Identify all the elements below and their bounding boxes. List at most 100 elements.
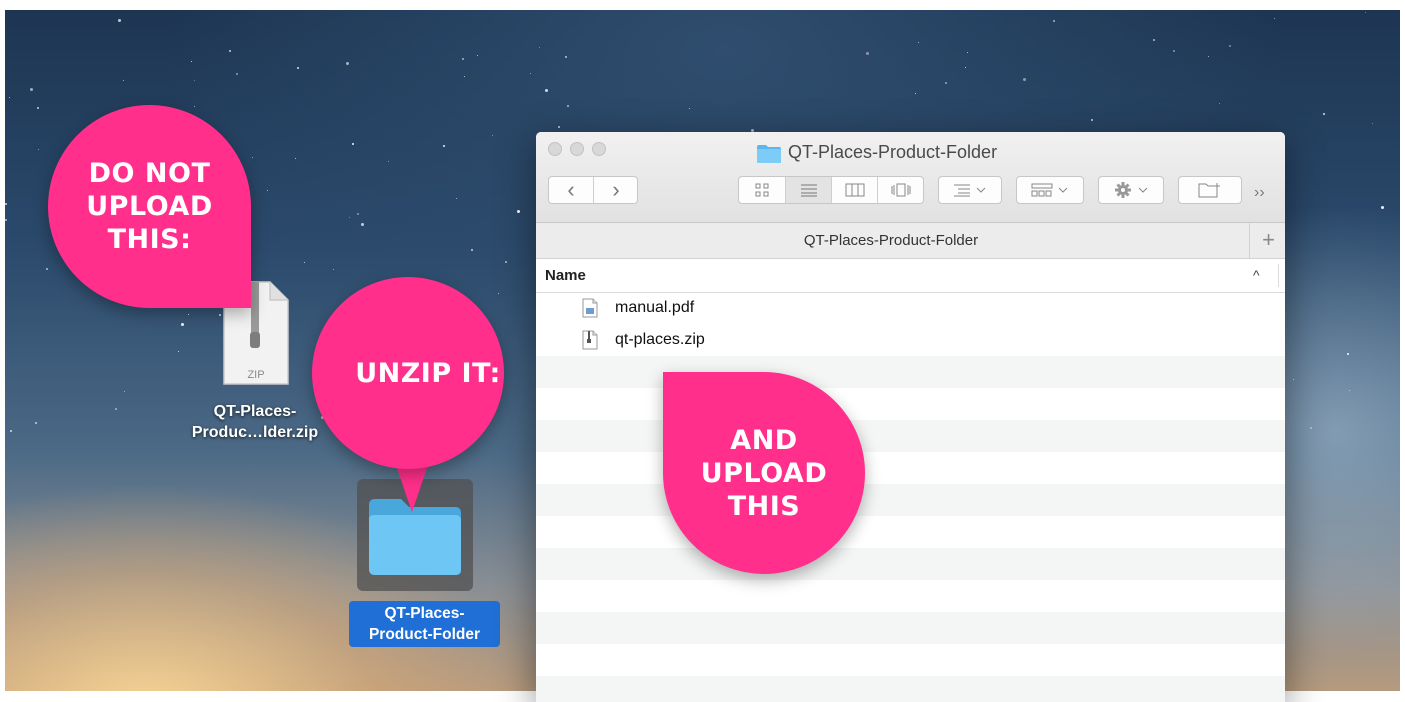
star — [539, 47, 540, 48]
folder-label[interactable]: QT-Places- Product-Folder — [349, 601, 500, 647]
zoom-button[interactable] — [592, 142, 606, 156]
star — [191, 61, 192, 62]
close-button[interactable] — [548, 142, 562, 156]
star — [1372, 123, 1373, 124]
column-divider[interactable] — [1278, 264, 1279, 287]
back-button[interactable]: ‹ — [549, 177, 593, 203]
star — [297, 67, 299, 69]
star — [1310, 427, 1312, 429]
zip-icon-text: ZIP — [247, 369, 264, 381]
empty-row — [536, 548, 1285, 580]
star — [118, 19, 121, 22]
columns-icon — [845, 183, 865, 197]
star — [352, 143, 354, 145]
arrange-button[interactable] — [938, 176, 1002, 204]
pdf-document-icon — [582, 298, 598, 318]
view-mode-group — [738, 176, 924, 204]
star — [565, 56, 567, 58]
list-view-button[interactable] — [785, 177, 832, 203]
star — [38, 149, 39, 150]
file-row-qt-places-zip[interactable]: qt-places.zip — [536, 324, 1285, 356]
star — [123, 80, 124, 81]
star — [295, 158, 296, 159]
toolbar-overflow-button[interactable]: ›› — [1254, 184, 1265, 202]
star — [945, 82, 947, 84]
empty-row — [536, 580, 1285, 612]
sort-ascending-icon[interactable]: ^ — [1253, 259, 1260, 292]
zip-label-line2: Produc…lder.zip — [191, 424, 319, 441]
star — [545, 89, 548, 92]
new-folder-icon — [1198, 183, 1220, 198]
empty-row — [536, 676, 1285, 702]
callout-line: AND — [730, 424, 798, 456]
window-titlebar: QT-Places-Product-Folder ‹ › ›› — [536, 132, 1285, 223]
star — [35, 422, 37, 424]
minimize-button[interactable] — [570, 142, 584, 156]
file-row-manual-pdf[interactable]: manual.pdf — [536, 292, 1285, 324]
star — [965, 67, 966, 68]
star — [115, 408, 117, 410]
star — [1208, 56, 1209, 57]
star — [918, 42, 919, 43]
column-view-button[interactable] — [831, 177, 878, 203]
star — [346, 62, 349, 65]
window-title-text: QT-Places-Product-Folder — [788, 142, 998, 162]
back-forward-group: ‹ › — [548, 176, 638, 204]
empty-row — [536, 484, 1285, 516]
arrange-icon — [954, 184, 986, 197]
folder-icon — [757, 145, 781, 163]
callout-line: THIS — [727, 490, 801, 522]
star — [9, 97, 10, 98]
star — [689, 108, 690, 109]
star — [1349, 390, 1350, 391]
star — [1347, 353, 1349, 355]
list-icon — [801, 184, 817, 197]
zip-archive-icon — [582, 330, 598, 350]
star — [1219, 103, 1220, 104]
and-upload-callout: AND UPLOAD THIS — [663, 372, 865, 574]
empty-row — [536, 356, 1285, 388]
star — [1229, 45, 1231, 47]
star — [181, 323, 184, 326]
star — [1274, 18, 1275, 19]
current-folder-tab[interactable]: QT-Places-Product-Folder — [536, 223, 1246, 258]
star — [10, 430, 12, 432]
star — [517, 210, 520, 213]
star — [188, 314, 189, 315]
star — [333, 269, 334, 270]
star — [477, 55, 478, 56]
icon-view-button[interactable] — [739, 177, 785, 203]
star — [530, 73, 531, 74]
group-by-button[interactable] — [1016, 176, 1084, 204]
star — [915, 93, 916, 94]
star — [1053, 20, 1055, 22]
star — [5, 203, 7, 205]
name-column-header[interactable]: Name — [545, 259, 586, 292]
new-folder-button[interactable] — [1178, 176, 1242, 204]
empty-row — [536, 644, 1285, 676]
forward-button[interactable]: › — [593, 177, 638, 203]
callout-line: UNZIP IT: — [355, 357, 501, 389]
tab-divider — [1249, 223, 1250, 258]
file-name: manual.pdf — [615, 299, 695, 316]
star — [178, 351, 179, 352]
star — [1091, 119, 1093, 121]
callout-line: UPLOAD — [700, 457, 828, 489]
star — [462, 58, 464, 60]
file-name: qt-places.zip — [615, 331, 705, 348]
grid-icon — [755, 183, 769, 197]
folder-label-line1: QT-Places- — [384, 605, 465, 622]
unzip-callout: UNZIP IT: — [312, 277, 504, 469]
column-header: Name ^ — [536, 259, 1285, 293]
cover-flow-button[interactable] — [877, 177, 924, 203]
gear-icon — [1115, 182, 1148, 198]
star — [46, 268, 48, 270]
star — [267, 190, 268, 191]
star — [1293, 379, 1294, 380]
star — [37, 107, 39, 109]
add-tab-button[interactable]: + — [1262, 227, 1275, 253]
star — [5, 219, 7, 221]
star — [388, 161, 389, 162]
action-button[interactable] — [1098, 176, 1164, 204]
star — [567, 105, 569, 107]
